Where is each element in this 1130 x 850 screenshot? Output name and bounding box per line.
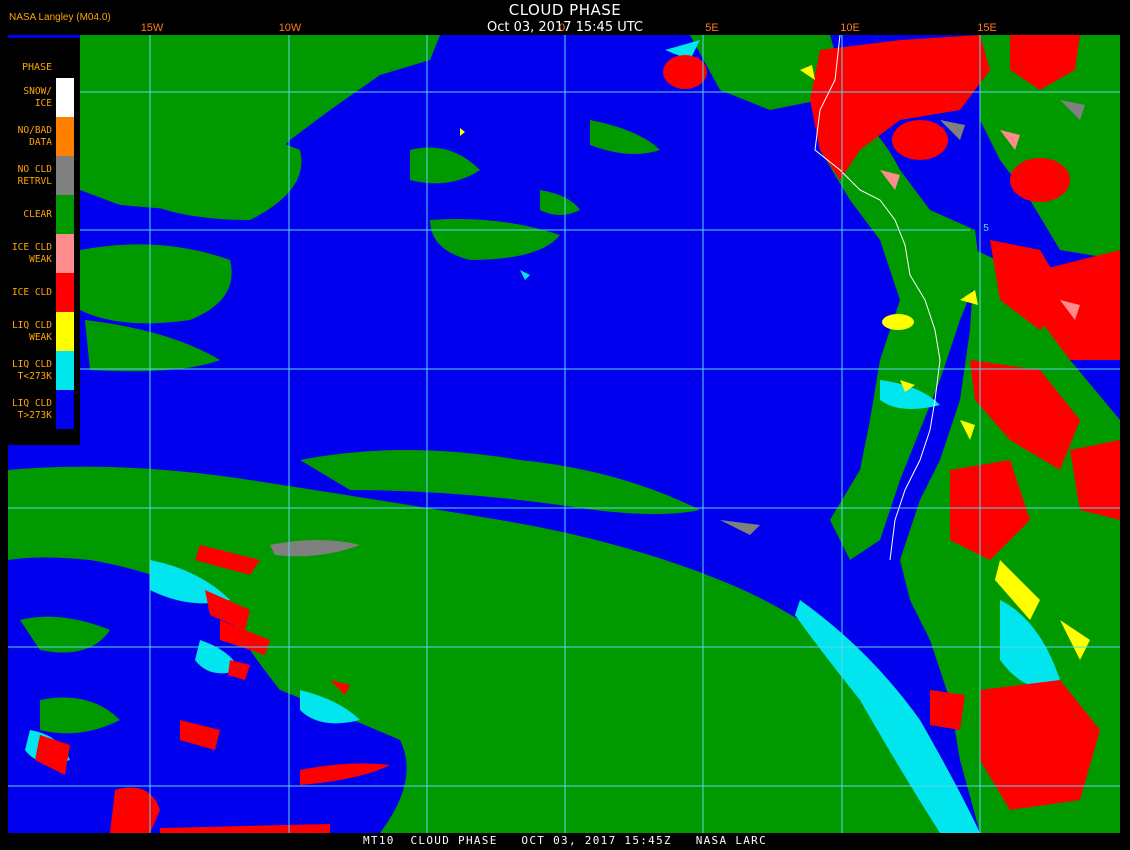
legend-title: PHASE <box>21 62 53 73</box>
legend-item-swatch <box>56 273 74 312</box>
legend-item: LIQ CLD T>273K <box>8 390 78 429</box>
credit-label: NASA Langley (M04.0) <box>9 12 111 23</box>
legend-item-label: LIQ CLD T<273K <box>11 359 52 382</box>
legend-item-swatch <box>56 195 74 234</box>
legend-item-swatch <box>56 234 74 273</box>
legend-item: NO CLD RETRVL <box>8 156 78 195</box>
legend-item-label: LIQ CLD WEAK <box>11 320 52 343</box>
legend-item: ICE CLD <box>8 273 78 312</box>
legend-item: ICE CLD WEAK <box>8 234 78 273</box>
map-title: CLOUD PHASE <box>508 1 622 19</box>
legend-item-swatch <box>56 156 74 195</box>
legend-item-swatch <box>56 312 74 351</box>
lon-label-0: 0 <box>558 22 566 34</box>
legend-item-swatch <box>56 117 74 156</box>
phase-legend: PHASE SNOW/ ICE NO/BAD DATA NO CLD RETRVL C… <box>8 38 80 445</box>
legend-item-label: LIQ CLD T>273K <box>11 398 52 421</box>
legend-item-label: ICE CLD <box>11 287 52 298</box>
legend-item-label: NO/BAD DATA <box>17 125 52 148</box>
legend-item-swatch <box>56 78 74 118</box>
lon-label-10w: 10W <box>278 22 302 34</box>
lon-label-5e: 5E <box>705 22 719 34</box>
legend-item-label: ICE CLD WEAK <box>11 242 52 265</box>
footer-caption: MT10 CLOUD PHASE OCT 03, 2017 15:45Z NAS… <box>362 834 768 847</box>
legend-item: LIQ CLD T<273K <box>8 351 78 390</box>
lon-label-10e: 10E <box>840 22 860 34</box>
legend-item-label: NO CLD RETRVL <box>17 164 52 187</box>
legend-item-swatch <box>56 390 74 429</box>
legend-item: SNOW/ ICE <box>8 78 78 118</box>
left-border <box>0 0 8 850</box>
legend-item: NO/BAD DATA <box>8 117 78 156</box>
satellite-map-frame: CLOUD PHASE Oct 03, 2017 15:45 UTC NASA … <box>0 0 1130 850</box>
legend-item-swatch <box>56 351 74 390</box>
lon-label-15e: 15E <box>977 22 997 34</box>
cloud-phase-map <box>0 0 1130 850</box>
legend-item: LIQ CLD WEAK <box>8 312 78 351</box>
grid-marker-label: 5 <box>983 223 989 234</box>
legend-item-label: SNOW/ ICE <box>23 86 52 109</box>
legend-item-label: CLEAR <box>23 209 52 220</box>
legend-item: CLEAR <box>8 195 78 234</box>
lon-label-15w: 15W <box>140 22 164 34</box>
right-border <box>1120 0 1130 850</box>
